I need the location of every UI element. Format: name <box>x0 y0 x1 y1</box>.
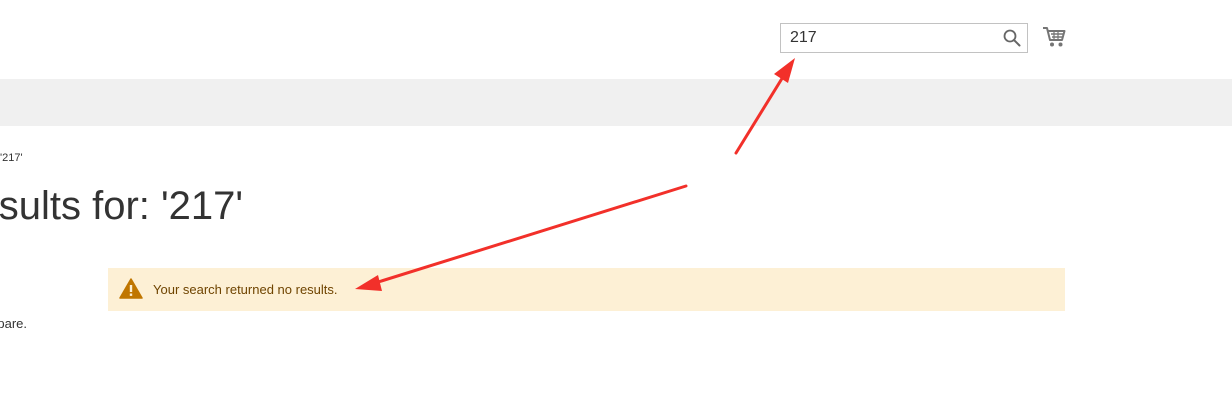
navigation-bar <box>0 79 1232 126</box>
compare-text: pare. <box>0 316 27 331</box>
search-icon[interactable] <box>1003 29 1021 47</box>
no-results-notice: Your search returned no results. <box>108 268 1065 311</box>
page-title: sults for: '217' <box>0 184 243 228</box>
search-input[interactable] <box>781 24 991 52</box>
search-results-page: '217' sults for: '217' Your search retur… <box>0 0 1232 406</box>
search-box[interactable] <box>780 23 1028 53</box>
breadcrumb: '217' <box>0 152 23 164</box>
cart-icon[interactable] <box>1042 26 1066 48</box>
notice-message: Your search returned no results. <box>153 282 338 297</box>
warning-icon <box>119 278 143 299</box>
